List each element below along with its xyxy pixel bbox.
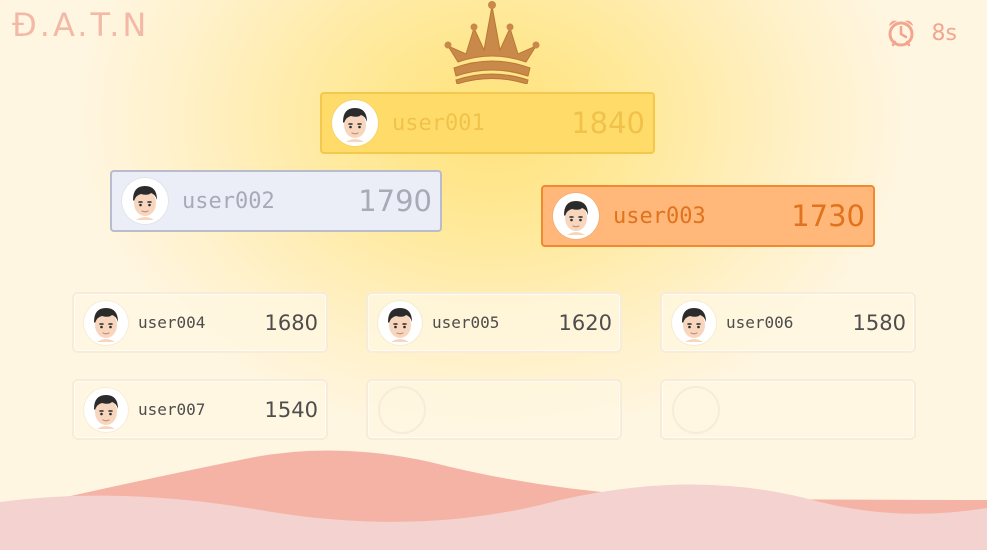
player-name: user002: [182, 188, 275, 214]
player-name: user005: [432, 313, 500, 332]
podium-card-rank-1: user001 1840: [320, 92, 655, 154]
leaderboard-card: user004 1680: [72, 292, 328, 353]
avatar: [672, 300, 716, 345]
player-score: 1840: [571, 106, 645, 140]
alarm-clock-icon: [888, 20, 914, 47]
user-face-icon: [133, 186, 157, 220]
player-name: user007: [138, 400, 206, 419]
player-score: 1620: [558, 310, 612, 335]
empty-leaderboard-slot: [660, 379, 916, 440]
user-face-icon: [388, 307, 412, 342]
leaderboard-card: user007 1540: [72, 379, 328, 440]
empty-leaderboard-slot: [366, 379, 622, 440]
crown-icon: [444, 1, 540, 84]
player-name: user001: [392, 110, 485, 136]
avatar: [332, 100, 378, 146]
avatar: [122, 178, 168, 224]
user-face-icon: [94, 394, 118, 429]
empty-avatar-placeholder: [378, 385, 426, 434]
leaderboard-card: user005 1620: [366, 292, 622, 353]
decorative-hills: [0, 450, 987, 550]
user-face-icon: [94, 307, 118, 342]
player-score: 1680: [264, 310, 318, 335]
avatar: [378, 300, 422, 345]
avatar: [84, 300, 128, 345]
player-name: user006: [726, 313, 794, 332]
player-name: user003: [613, 203, 706, 229]
timer: 8s: [886, 18, 957, 48]
user-face-icon: [564, 201, 588, 235]
game-logo: Đ.A.T.N: [12, 6, 150, 44]
player-score: 1790: [358, 184, 432, 218]
empty-avatar-placeholder: [672, 385, 720, 434]
podium-card-rank-2: user002 1790: [110, 170, 442, 232]
user-face-icon: [343, 108, 367, 142]
timer-text: 8s: [931, 20, 957, 46]
user-face-icon: [682, 307, 706, 342]
player-score: 1580: [852, 310, 906, 335]
podium-card-rank-3: user003 1730: [541, 185, 875, 247]
avatar: [553, 193, 599, 239]
player-score: 1730: [791, 199, 865, 233]
avatar: [84, 387, 128, 432]
player-score: 1540: [264, 397, 318, 422]
leaderboard-card: user006 1580: [660, 292, 916, 353]
player-name: user004: [138, 313, 206, 332]
